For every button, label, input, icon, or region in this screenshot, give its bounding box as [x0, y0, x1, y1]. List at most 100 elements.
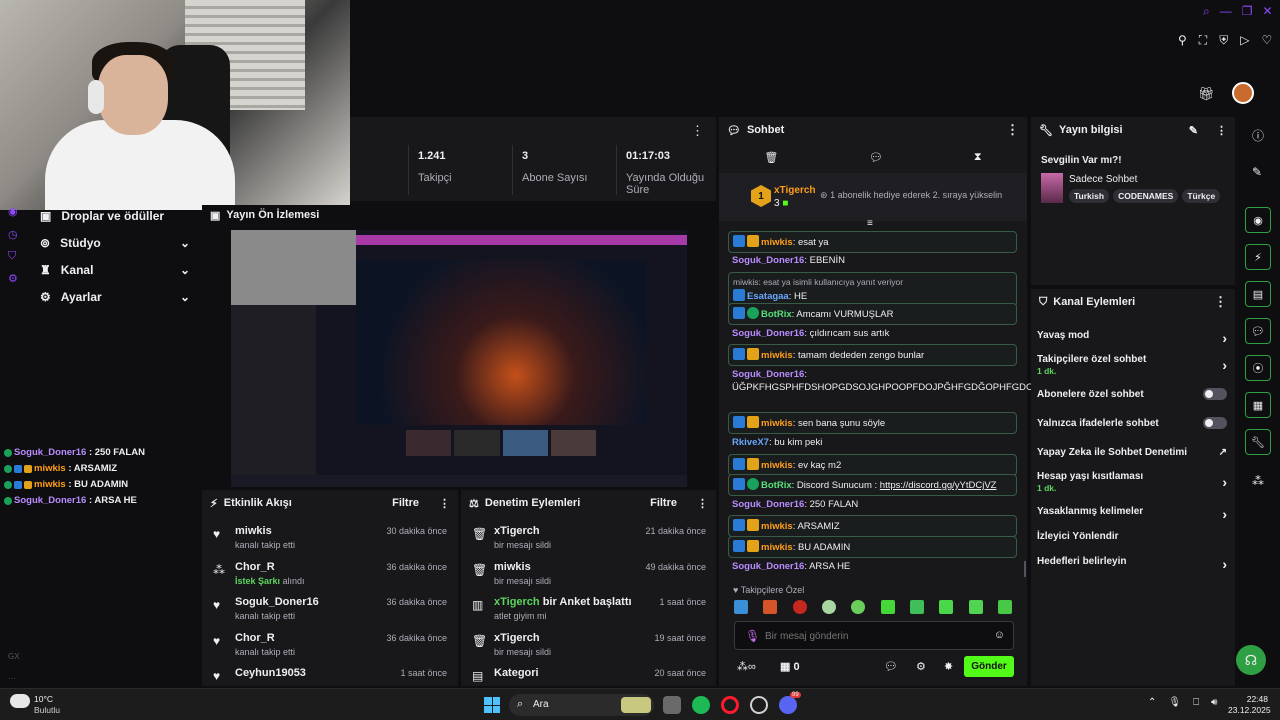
speech-icon[interactable]: 💬︎ [869, 151, 883, 164]
minimize-icon[interactable]: — [1220, 4, 1232, 19]
rail-wrench-icon[interactable]: 🔧︎ [1245, 429, 1271, 455]
activity-user[interactable]: Soguk_Doner16 [235, 596, 319, 608]
chat-message[interactable]: Soguk_Doner16: 250 FALAN [728, 495, 1017, 514]
chat-username[interactable]: miwkis [761, 350, 793, 361]
chat-username[interactable]: miwkis [761, 521, 793, 532]
toggle-switch[interactable] [1203, 417, 1227, 429]
chat-username[interactable]: miwkis [761, 460, 793, 471]
moderation-item[interactable]: 🗑︎ xTigerch 19 saat önce bir mesajı sildi [472, 632, 706, 666]
chat-message[interactable]: BotRix: Discord Sunucum : https://discor… [728, 474, 1017, 496]
edit-pencil-icon[interactable]: ✎ [1189, 124, 1198, 137]
stream-preview-video[interactable] [231, 230, 687, 487]
nav-studio[interactable]: ⊚ Stüdyo ⌄ [40, 236, 190, 250]
scroll-pause-icon[interactable]: ≡ [867, 218, 873, 229]
screenshot-icon[interactable]: ⛶ [1199, 33, 1207, 48]
tray-network-icon[interactable]: ⎕ [1193, 697, 1199, 708]
clock-date[interactable]: 23.12.2025 [1228, 705, 1271, 715]
nav-drops[interactable]: ▣ Droplar ve ödüller [40, 209, 190, 223]
moderation-menu-icon[interactable]: ⋮ [697, 497, 708, 510]
chat-username[interactable]: RkiveX7 [732, 437, 769, 448]
chat-scrollbar[interactable] [1024, 561, 1026, 577]
task-view-icon[interactable] [663, 696, 681, 714]
moderation-item[interactable]: ▥ xTigerch bir Anket başlattı 1 saat önce a… [472, 596, 706, 630]
activity-item[interactable]: ⁂ Chor_R 36 dakika önce İstek Şarkı alındı [213, 561, 447, 595]
chat-bubble-icon[interactable]: 💬︎ [884, 660, 898, 673]
play-icon[interactable]: ▷ [1240, 33, 1249, 48]
nav-settings[interactable]: ⚙ Ayarlar ⌄ [40, 290, 190, 304]
support-headset-icon[interactable]: ☊ [1236, 645, 1266, 675]
more-icon[interactable]: … [8, 672, 16, 681]
channel-action-row[interactable]: Abonelere özel sohbet [1037, 388, 1227, 400]
gift-leaderboard[interactable]: 1 xTigerch 3 ■ ⊛ 1 abonelik hediye edere… [719, 173, 1027, 221]
chat-message[interactable]: Soguk_Doner16: ARSA HE [728, 557, 1017, 576]
chat-message[interactable]: miwkis: BU ADAMIN [728, 536, 1017, 558]
chat-message[interactable]: Soguk_Doner16: EBENİN [728, 251, 1017, 270]
activity-user[interactable]: Chor_R [235, 561, 275, 573]
chat-link[interactable]: https://discord.gg/yYtDCjVZ [880, 480, 997, 491]
close-icon[interactable]: ✕ [1263, 4, 1273, 19]
edit-icon[interactable]: ✎ [1252, 165, 1262, 179]
channel-actions-menu-icon[interactable]: ⋮ [1214, 294, 1227, 310]
chat-message[interactable]: BotRix: Amcamı VURMUŞLAR [728, 303, 1017, 325]
chat-username[interactable]: Soguk_Doner16 [732, 369, 804, 380]
moderation-filter-button[interactable]: Filtre [650, 497, 677, 509]
weather-cloud-icon[interactable] [10, 694, 30, 708]
activity-user[interactable]: Ceyhun19053 [235, 667, 306, 679]
opera-gx-icon[interactable] [721, 696, 739, 714]
rail-bolt-icon[interactable]: ⚡︎ [1245, 244, 1271, 270]
category-thumbnail[interactable] [1041, 173, 1063, 203]
mic-icon[interactable]: 🎙︎ [745, 629, 760, 643]
chat-message[interactable]: miwkis: esat ya [728, 231, 1017, 253]
badges-icon[interactable]: ✸ [944, 660, 953, 673]
windows-start-icon[interactable] [484, 697, 500, 713]
clock-time[interactable]: 22:48 [1240, 694, 1268, 704]
emote-icon[interactable] [997, 600, 1012, 614]
restore-icon[interactable]: ❐ [1242, 4, 1253, 19]
chat-username[interactable]: Soguk_Doner16 [732, 561, 804, 572]
emote-icon[interactable] [734, 600, 748, 614]
emote-icon[interactable] [939, 600, 954, 614]
rail-broadcast-icon[interactable]: ⦿ [1245, 355, 1271, 381]
chat-message[interactable]: miwkis: sen bana şunu söyle [728, 412, 1017, 434]
channel-action-row[interactable]: İzleyici Yönlendir [1037, 531, 1227, 542]
chat-message[interactable]: miwkis: ev kaç m2 [728, 454, 1017, 476]
points-display[interactable]: ▦ 0 [780, 660, 800, 673]
gift-box-icon[interactable]: 🎁︎ [1198, 86, 1215, 102]
emoji-icon[interactable]: ☺ [994, 629, 1005, 641]
spotify-icon[interactable] [692, 696, 710, 714]
emote-icon[interactable] [909, 600, 924, 614]
points-infinity-icon[interactable]: ⁂∞ [737, 660, 756, 673]
rail-gear-icon[interactable]: ⚙ [8, 272, 18, 285]
channel-action-row[interactable]: Yasaklanmış kelimeler › [1037, 506, 1227, 522]
stats-menu-icon[interactable]: ⋮ [691, 123, 704, 139]
settings-icon[interactable]: ⚙ [916, 660, 926, 673]
activity-menu-icon[interactable]: ⋮ [439, 497, 450, 510]
rail-document-icon[interactable]: ▤ [1245, 281, 1271, 307]
steam-icon[interactable] [750, 696, 768, 714]
moderation-item[interactable]: 🗑︎ xTigerch 21 dakika önce bir mesajı sildi [472, 525, 706, 559]
emote-icon[interactable] [792, 600, 807, 614]
chat-username[interactable]: miwkis [761, 418, 793, 429]
channel-action-row[interactable]: Yalnızca ifadelerle sohbet [1037, 417, 1227, 429]
send-button[interactable]: Gönder [964, 656, 1014, 677]
rail-clock-icon[interactable]: ◷ [8, 228, 18, 241]
channel-action-row[interactable]: Takipçilere özel sohbet 1 dk. › [1037, 354, 1227, 376]
channel-action-row[interactable]: Hedefleri belirleyin › [1037, 556, 1227, 572]
moderator-name[interactable]: xTigerch [494, 596, 540, 608]
channel-action-row[interactable]: Hesap yaşı kısıtlaması 1 dk. › [1037, 471, 1227, 493]
chat-input[interactable] [765, 627, 985, 645]
activity-item[interactable]: ♥ miwkis 30 dakika önce kanalı takip etti [213, 525, 447, 559]
activity-filter-button[interactable]: Filtre [392, 497, 419, 509]
chat-message[interactable]: Soguk_Doner16: çıldırıcam sus artık [728, 324, 1017, 343]
rail-drops-icon[interactable]: ◉ [8, 205, 18, 218]
category-name[interactable]: Sadece Sohbet [1069, 174, 1137, 185]
toggle-switch[interactable] [1203, 388, 1227, 400]
info-icon[interactable]: ⓘ [1252, 127, 1264, 144]
activity-user[interactable]: Chor_R [235, 632, 275, 644]
tag[interactable]: Türkçe [1182, 189, 1221, 203]
emote-icon[interactable] [880, 600, 895, 614]
rail-layout-icon[interactable]: ▦ [1245, 392, 1271, 418]
moderation-item[interactable]: 🗑︎ miwkis 49 dakika önce bir mesajı sildi [472, 561, 706, 595]
chat-username[interactable]: BotRix [761, 309, 792, 320]
rail-chat-icon[interactable]: 💬︎ [1245, 318, 1271, 344]
